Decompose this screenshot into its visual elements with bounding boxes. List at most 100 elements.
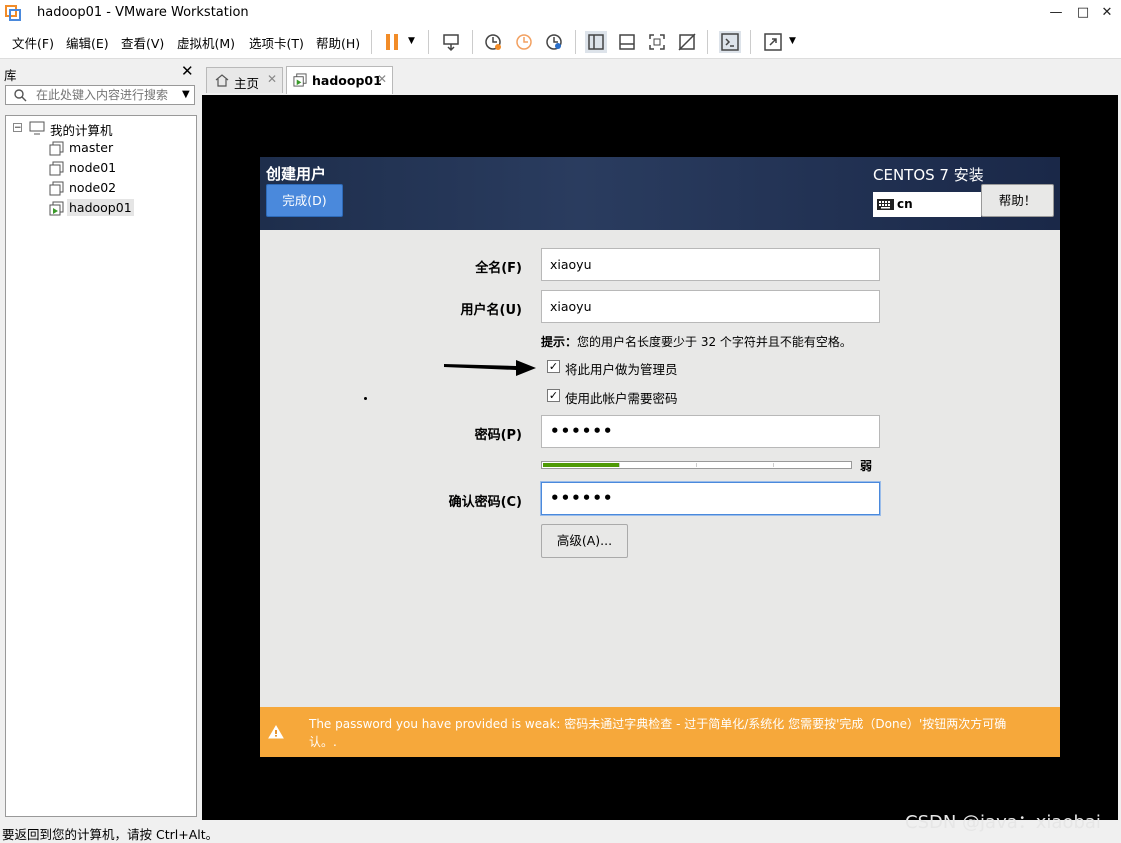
menu-tabs[interactable]: 选项卡(T) — [249, 33, 304, 52]
page-title: 创建用户 — [266, 165, 327, 183]
tree-item-vm[interactable]: node01 — [6, 158, 196, 178]
warning-line: The password you have provided is weak: … — [309, 717, 1007, 731]
minimize-button[interactable]: — — [1043, 2, 1069, 24]
window-title: hadoop01 - VMware Workstation — [37, 5, 249, 20]
fullname-input[interactable]: xiaoyu — [541, 248, 880, 281]
warning-text: The password you have provided is weak: … — [309, 715, 1049, 751]
strength-fill — [543, 463, 619, 467]
toolbar-separator — [575, 30, 576, 54]
vm-icon — [49, 141, 64, 156]
tab-label: 主页 — [234, 76, 260, 91]
close-button[interactable]: ✕ — [1094, 2, 1120, 24]
hint-prefix: 提示： — [541, 335, 578, 349]
tab-close-icon[interactable]: ✕ — [377, 72, 387, 86]
strength-label: 弱 — [860, 459, 873, 473]
tree-item-my-computer[interactable]: − 我的计算机 — [6, 118, 196, 138]
library-search-box[interactable]: ▼ — [5, 85, 195, 105]
library-pane: 库 ✕ ▼ − 我的计算机 master node01 — [0, 59, 201, 820]
tree-item-vm[interactable]: node02 — [6, 178, 196, 198]
done-button[interactable]: 完成(D) — [266, 184, 343, 217]
toolbar-separator — [707, 30, 708, 54]
toolbar-separator — [750, 30, 751, 54]
require-password-checkbox[interactable]: ✓ — [547, 389, 560, 402]
menu-view[interactable]: 查看(V) — [121, 33, 164, 52]
installer-header: 创建用户 完成(D) CENTOS 7 安装 cn 帮助！ — [260, 157, 1060, 230]
snapshot-manager-icon[interactable] — [543, 31, 565, 53]
advanced-button[interactable]: 高级(A)... — [541, 524, 628, 558]
username-hint: 提示：您的用户名长度要少于 32 个字符并且不能有空格。 — [541, 333, 852, 350]
confirm-password-input[interactable]: •••••• — [541, 482, 880, 515]
username-input[interactable]: xiaoyu — [541, 290, 880, 323]
send-ctrl-alt-del-icon[interactable] — [440, 31, 462, 53]
title-bar: hadoop01 - VMware Workstation — □ ✕ — [0, 0, 1121, 26]
search-icon — [14, 89, 27, 102]
tab-home[interactable]: 主页 ✕ — [206, 67, 283, 93]
toolbar-separator — [371, 30, 372, 54]
fullscreen-icon[interactable] — [646, 31, 668, 53]
show-library-icon[interactable] — [585, 31, 607, 53]
password-strength-meter — [541, 461, 852, 469]
toolbar-separator — [428, 30, 429, 54]
vmware-logo-icon — [5, 5, 21, 21]
confirm-password-label: 确认密码(C) — [448, 495, 522, 510]
pause-dropdown-icon[interactable]: ▼ — [408, 36, 415, 46]
pause-icon[interactable] — [381, 31, 403, 53]
menu-file[interactable]: 文件(F) — [12, 33, 54, 52]
snapshot-icon[interactable] — [482, 31, 504, 53]
require-password-label[interactable]: 使用此帐户需要密码 — [565, 388, 678, 407]
menu-edit[interactable]: 编辑(E) — [66, 33, 109, 52]
product-title: CENTOS 7 安装 — [873, 166, 984, 184]
stretch-dropdown-icon[interactable]: ▼ — [789, 36, 796, 46]
admin-checkbox-label[interactable]: 将此用户做为管理员 — [565, 359, 678, 378]
vm-running-icon — [49, 201, 64, 216]
library-title: 库 — [4, 68, 17, 83]
menu-bar: 文件(F) 编辑(E) 查看(V) 虚拟机(M) 选项卡(T) 帮助(H) ▼ … — [0, 26, 1121, 59]
vm-label: master — [69, 140, 114, 155]
menu-vm[interactable]: 虚拟机(M) — [177, 33, 235, 52]
help-button[interactable]: 帮助！ — [981, 184, 1054, 217]
password-label: 密码(P) — [474, 428, 522, 443]
tree-item-vm[interactable]: master — [6, 138, 196, 158]
warning-line: 认。. — [309, 735, 337, 749]
console-view-icon[interactable] — [719, 31, 741, 53]
thumbnail-bar-icon[interactable] — [616, 31, 638, 53]
warning-bar: The password you have provided is weak: … — [260, 707, 1060, 757]
stretch-display-icon[interactable] — [762, 31, 784, 53]
password-input[interactable]: •••••• — [541, 415, 880, 448]
vm-label: node01 — [69, 160, 117, 175]
computer-icon — [29, 121, 45, 135]
status-text: 要返回到您的计算机，请按 Ctrl+Alt。 — [2, 827, 219, 842]
maximize-button[interactable]: □ — [1070, 2, 1096, 24]
arrow-annotation — [444, 360, 536, 376]
installer-window: 创建用户 完成(D) CENTOS 7 安装 cn 帮助！ 全名(F) xiao… — [260, 157, 1060, 757]
library-close-icon[interactable]: ✕ — [181, 62, 194, 80]
mouse-pointer-dot — [364, 397, 367, 400]
username-label: 用户名(U) — [460, 303, 522, 318]
tree-item-vm-selected[interactable]: hadoop01 — [6, 198, 196, 218]
search-dropdown-icon[interactable]: ▼ — [182, 89, 190, 100]
vm-label: node02 — [69, 180, 117, 195]
library-search-input[interactable] — [36, 86, 176, 104]
collapse-icon[interactable]: − — [13, 123, 22, 133]
toolbar-separator — [472, 30, 473, 54]
warning-icon — [268, 725, 284, 739]
revert-snapshot-icon[interactable] — [513, 31, 535, 53]
keyboard-layout-indicator[interactable]: cn — [873, 192, 981, 217]
tab-close-icon[interactable]: ✕ — [267, 72, 277, 86]
keyboard-layout-label: cn — [897, 197, 913, 211]
unity-mode-icon[interactable] — [676, 31, 698, 53]
watermark: CSDN @java：xiaobai — [905, 812, 1101, 833]
vm-running-icon — [293, 73, 307, 87]
menu-help[interactable]: 帮助(H) — [316, 33, 360, 52]
tree-root-label: 我的计算机 — [50, 123, 113, 138]
hint-text: 您的用户名长度要少于 32 个字符并且不能有空格。 — [577, 335, 852, 349]
fullname-label: 全名(F) — [475, 261, 522, 276]
vm-label-selected: hadoop01 — [67, 199, 134, 216]
vm-icon — [49, 161, 64, 176]
keyboard-icon — [877, 199, 894, 210]
home-icon — [215, 74, 229, 87]
tab-hadoop01[interactable]: hadoop01 ✕ — [286, 66, 393, 94]
tab-bar: 主页 ✕ hadoop01 ✕ — [202, 59, 1121, 95]
admin-checkbox[interactable]: ✓ — [547, 360, 560, 373]
tab-label: hadoop01 — [312, 73, 382, 88]
